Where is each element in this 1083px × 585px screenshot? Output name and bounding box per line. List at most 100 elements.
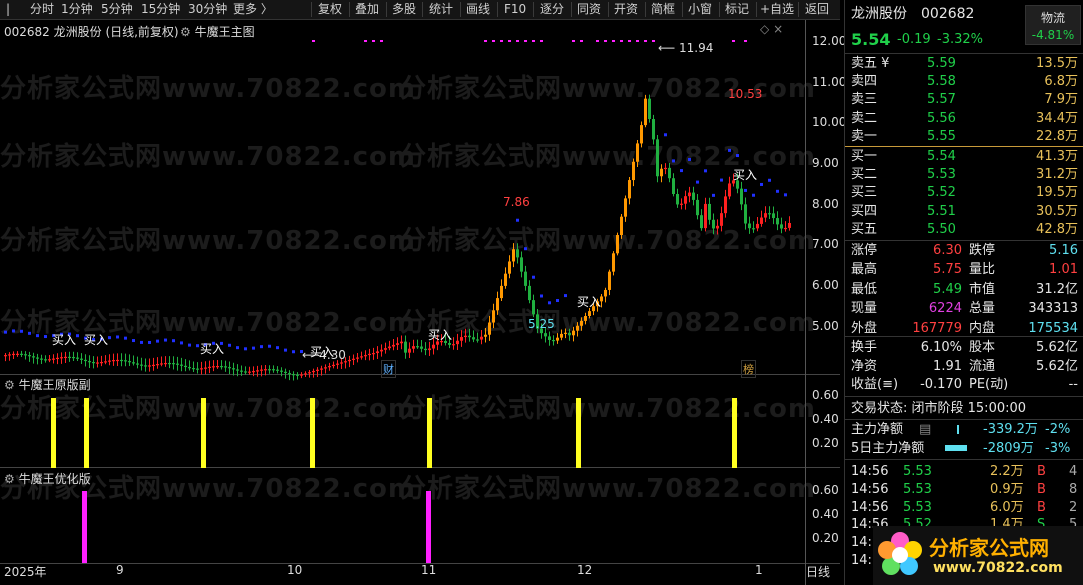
stat-value: 6.30	[933, 243, 962, 258]
toolbar-tab-more[interactable]: 更多 〉	[233, 0, 273, 19]
candle-body	[464, 335, 467, 338]
candle-body	[496, 298, 499, 311]
candle-body	[264, 369, 267, 371]
buy-signal-label: 买入	[84, 333, 109, 347]
toolbar-tab-fenshi[interactable]: 分时	[30, 0, 54, 19]
bid-price: 5.53	[927, 167, 956, 183]
toolbar-btn-f10[interactable]: F10	[504, 0, 526, 19]
y-axis-label: 6.00	[812, 278, 839, 292]
toolbar-btn-zixuan[interactable]: +自选	[760, 0, 794, 19]
toolbar-tab-30min[interactable]: 30分钟	[188, 0, 227, 19]
kline-svg[interactable]	[0, 20, 805, 563]
toolbar-btn-diejia[interactable]: 叠加	[355, 0, 379, 19]
trend-dot	[156, 339, 159, 343]
candle-body	[252, 371, 255, 373]
candle-body	[784, 227, 787, 230]
toolbar-btn-xiaochuang[interactable]: 小窗	[688, 0, 712, 19]
tick-side: B	[1037, 464, 1046, 479]
sub1-axis-label: 0.20	[812, 436, 839, 450]
stat-label: 最低	[851, 281, 878, 297]
toolbar-btn-jiankuang[interactable]: 简框	[651, 0, 675, 19]
candle-body	[156, 364, 159, 366]
candle-body	[176, 363, 179, 365]
ask-label: 卖四	[851, 74, 878, 90]
candle-body	[248, 371, 251, 373]
candle-body	[388, 346, 391, 349]
candle-body	[160, 363, 163, 365]
tick-price: 5.53	[903, 464, 932, 479]
bid-volume: 42.8万	[1036, 221, 1078, 237]
candle-body	[528, 285, 531, 301]
candle-body	[564, 332, 567, 334]
tick-time: 14:56	[851, 499, 889, 515]
candle-body	[664, 167, 667, 170]
candle-body	[236, 369, 239, 371]
signal-bar-magenta	[426, 491, 431, 563]
ask-label: 卖五 ¥	[851, 56, 890, 71]
stat-label: 股本	[969, 340, 996, 355]
toolbar-btn-duogu[interactable]: 多股	[392, 0, 416, 19]
candle-body	[200, 368, 203, 370]
stat-value: 1.01	[1049, 262, 1078, 278]
candle-body	[776, 218, 779, 225]
candle-body	[520, 257, 523, 272]
doc-icon[interactable]: ▤	[919, 421, 931, 438]
toolbar-btn-fuquan[interactable]: 复权	[318, 0, 342, 19]
toolbar-btn-kaizi[interactable]: 开资	[614, 0, 638, 19]
tick-side: B	[1037, 499, 1046, 515]
candle-body	[512, 249, 515, 262]
ask-row: 卖二 5.56 34.4万	[845, 110, 1083, 127]
stat-row: 最低 5.49 市值 31.2亿	[845, 281, 1083, 298]
trend-dot	[116, 335, 119, 339]
candle-body	[648, 98, 651, 120]
candle-body	[352, 358, 355, 360]
ask-volume: 6.8万	[1044, 74, 1078, 90]
bid-price: 5.50	[927, 221, 956, 237]
candle-body	[636, 143, 639, 162]
toolbar-btn-zhufen[interactable]: 逐分	[540, 0, 564, 19]
candle-body	[44, 359, 47, 361]
trend-dot	[4, 330, 7, 334]
high-price-label: 10.53	[728, 87, 763, 101]
toolbar-tab-5min[interactable]: 5分钟	[101, 0, 133, 19]
trend-dot	[180, 341, 183, 345]
candle-body	[676, 194, 679, 205]
toolbar-btn-biaoji[interactable]: 标记	[725, 0, 749, 19]
ask-volume: 7.9万	[1044, 92, 1078, 108]
bid-volume: 19.5万	[1036, 185, 1078, 201]
candle-body	[140, 364, 143, 366]
candle-body	[360, 356, 363, 358]
toolbar-btn-tongji[interactable]: 统计	[429, 0, 453, 19]
toolbar-btn-huaxian[interactable]: 画线	[466, 0, 490, 19]
candle-body	[576, 325, 579, 331]
toolbar-btn-tongzi[interactable]: 同资	[577, 0, 601, 19]
kline-chart-area[interactable]: 分析家公式网www.70822.com 分析家公式网www.70822.com …	[0, 20, 846, 585]
x-axis-period[interactable]: 日线	[806, 563, 830, 580]
candle-body	[100, 362, 103, 364]
tick-price: 5.53	[903, 499, 932, 515]
y-axis-label: 5.00	[812, 319, 839, 333]
trend-dot	[688, 157, 691, 161]
toolbar-tab-1min[interactable]: 1分钟	[61, 0, 93, 19]
top-signal-dot	[484, 40, 487, 42]
financial-report-marker[interactable]: 财	[381, 360, 396, 378]
trend-dot	[548, 301, 551, 305]
candle-body	[128, 361, 131, 363]
trend-dot	[268, 344, 271, 348]
stat-label: 总量	[969, 301, 996, 317]
toolbar-tab-15min[interactable]: 15分钟	[141, 0, 180, 19]
tick-count: 2	[1069, 499, 1078, 515]
candle-body	[340, 362, 343, 364]
trend-dot	[20, 329, 23, 333]
candle-body	[216, 366, 219, 368]
stat-row: 收益(≡) -0.170 PE(动) --	[845, 376, 1083, 393]
candle-body	[456, 340, 459, 345]
candle-body	[324, 367, 327, 369]
current-price: 5.54	[851, 30, 891, 49]
top-signal-dot	[644, 40, 647, 42]
candle-body	[704, 203, 707, 229]
top-signal-dot	[516, 40, 519, 42]
ranking-marker[interactable]: 榜	[741, 360, 756, 378]
stat-label: 换手	[851, 340, 878, 355]
toolbar-btn-back[interactable]: 返回	[805, 0, 829, 19]
